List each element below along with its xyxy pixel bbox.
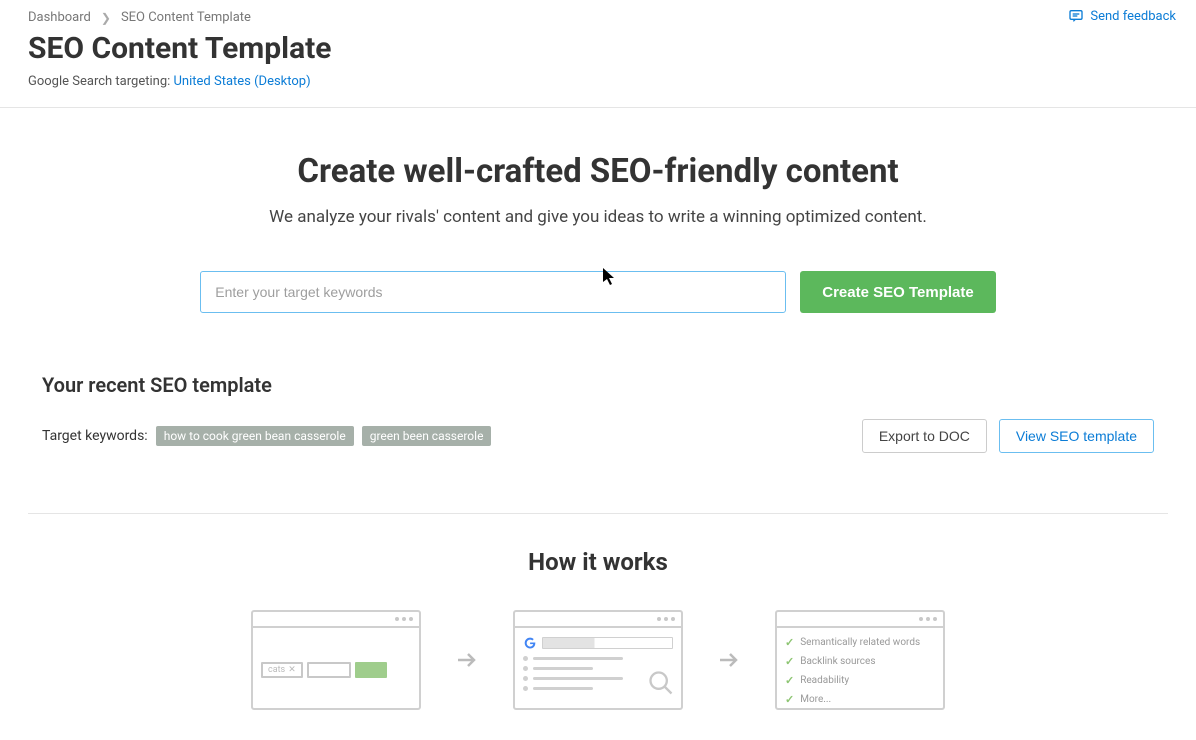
- target-keywords-label: Target keywords:: [42, 428, 148, 444]
- search-bar-icon: [542, 637, 673, 649]
- breadcrumb-current: SEO Content Template: [121, 10, 251, 25]
- feedback-label: Send feedback: [1090, 9, 1176, 24]
- step1-keyword-tag-icon: cats✕: [261, 662, 303, 678]
- feedback-icon: [1068, 8, 1084, 24]
- page-header: Dashboard ❯ SEO Content Template SEO Con…: [0, 0, 1196, 108]
- recent-template-section: Your recent SEO template Target keywords…: [28, 373, 1168, 453]
- step3-item: ✓More...: [785, 693, 935, 706]
- recent-title: Your recent SEO template: [42, 373, 1154, 397]
- export-doc-button[interactable]: Export to DOC: [862, 419, 987, 453]
- window-titlebar-icon: [253, 612, 419, 628]
- magnify-icon: [647, 669, 675, 697]
- arrow-right-icon: [451, 648, 483, 672]
- hero-title: Create well-crafted SEO-friendly content: [148, 152, 1048, 191]
- window-titlebar-icon: [777, 612, 943, 628]
- google-logo-icon: [523, 636, 537, 650]
- step-card-2: [513, 610, 683, 710]
- chevron-right-icon: ❯: [101, 11, 111, 25]
- main-content: Create well-crafted SEO-friendly content…: [0, 108, 1196, 740]
- step3-item: ✓Backlink sources: [785, 655, 935, 668]
- arrow-right-icon: [713, 648, 745, 672]
- check-icon: ✓: [785, 674, 794, 687]
- create-template-button[interactable]: Create SEO Template: [800, 271, 995, 313]
- check-icon: ✓: [785, 655, 794, 668]
- step-card-3: ✓Semantically related words ✓Backlink so…: [775, 610, 945, 710]
- window-titlebar-icon: [515, 612, 681, 628]
- send-feedback-link[interactable]: Send feedback: [1068, 8, 1176, 24]
- breadcrumb-root[interactable]: Dashboard: [28, 10, 91, 25]
- hero-section: Create well-crafted SEO-friendly content…: [148, 152, 1048, 313]
- section-divider: [28, 513, 1168, 514]
- recent-keywords: Target keywords: how to cook green bean …: [42, 426, 491, 446]
- check-icon: ✓: [785, 636, 794, 649]
- targeting-info: Google Search targeting: United States (…: [28, 74, 1168, 89]
- step-card-1: cats✕: [251, 610, 421, 710]
- page-title: SEO Content Template: [28, 31, 1168, 66]
- keyword-tag: green been casserole: [362, 426, 492, 446]
- check-icon: ✓: [785, 693, 794, 706]
- step3-item: ✓Semantically related words: [785, 636, 935, 649]
- keyword-input[interactable]: [200, 271, 786, 313]
- step1-button-icon: [355, 662, 387, 678]
- breadcrumb: Dashboard ❯ SEO Content Template: [28, 10, 1168, 25]
- how-it-works-steps: cats✕: [28, 610, 1168, 710]
- targeting-label: Google Search targeting:: [28, 74, 174, 89]
- step3-item: ✓Readability: [785, 674, 935, 687]
- view-template-button[interactable]: View SEO template: [999, 419, 1154, 453]
- keyword-tag: how to cook green bean casserole: [156, 426, 354, 446]
- how-it-works-title: How it works: [28, 548, 1168, 576]
- targeting-link[interactable]: United States (Desktop): [174, 74, 311, 89]
- recent-row: Target keywords: how to cook green bean …: [42, 419, 1154, 453]
- hero-subtitle: We analyze your rivals' content and give…: [148, 207, 1048, 227]
- keyword-search-row: Create SEO Template: [148, 271, 1048, 313]
- recent-actions: Export to DOC View SEO template: [862, 419, 1154, 453]
- step1-input-icon: [307, 662, 351, 678]
